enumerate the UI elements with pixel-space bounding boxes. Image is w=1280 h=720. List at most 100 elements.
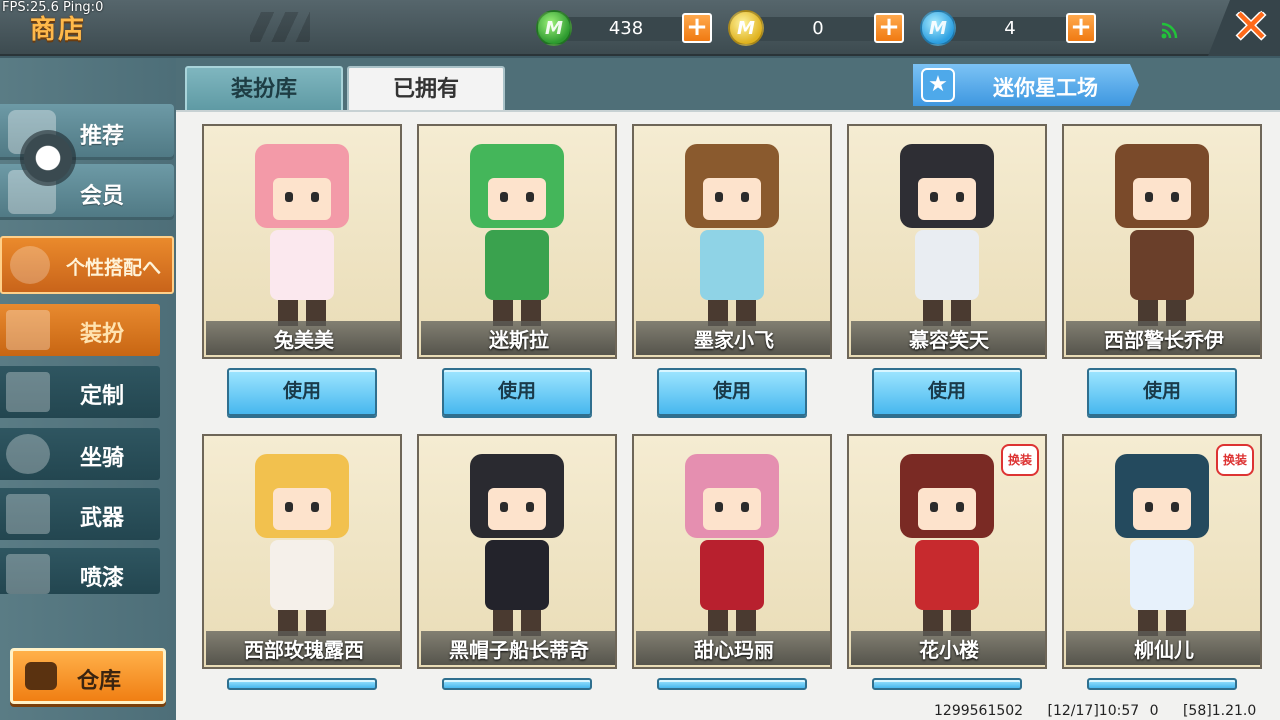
- outfit-portrait: 换装柳仙儿: [1062, 434, 1262, 669]
- outfit-name-bar: 迷斯拉: [421, 321, 615, 355]
- outfit-name: 西部玫瑰露西: [244, 638, 364, 662]
- outfit-name: 花小楼: [919, 638, 979, 662]
- character-face: [273, 488, 331, 530]
- date-time: [12/17]10:57 0: [1047, 703, 1159, 719]
- sidebar-item-outfit[interactable]: 装扮: [0, 304, 160, 356]
- category-sidebar: 推荐 会员 个性搭配へ 装扮 定制 坐骑 武器 喷漆 仓库: [0, 58, 176, 720]
- character-body: [485, 230, 549, 300]
- character-head: [685, 454, 779, 538]
- character-face: [918, 488, 976, 530]
- use-button-label: 使用: [282, 380, 321, 402]
- outfit-card[interactable]: 换装柳仙儿: [1062, 434, 1262, 669]
- warehouse-label: 仓库: [77, 669, 122, 694]
- outfit-portrait: 换装 花小楼: [847, 434, 1047, 669]
- warehouse-button[interactable]: 仓库: [10, 648, 166, 704]
- character-face: [703, 488, 761, 530]
- outfit-change-badge-icon: 换装: [1216, 444, 1254, 476]
- sidebar-item-label: 定制: [80, 384, 125, 409]
- sidebar-item-spray[interactable]: 喷漆: [0, 548, 160, 594]
- character-eye: [311, 192, 319, 202]
- sidebar-group-label: 个性搭配へ: [66, 257, 162, 279]
- use-outfit-button[interactable]: [872, 678, 1022, 690]
- trophy-icon: [10, 246, 50, 284]
- use-outfit-button[interactable]: 使用: [442, 368, 592, 416]
- character-eye: [715, 502, 723, 512]
- sidebar-drag-handle[interactable]: [20, 130, 76, 186]
- character-head: [470, 454, 564, 538]
- use-outfit-button[interactable]: [657, 678, 807, 690]
- outfit-card[interactable]: 西部警长乔伊: [1062, 124, 1262, 359]
- sidebar-item-customize[interactable]: 定制: [0, 366, 160, 418]
- use-outfit-button[interactable]: 使用: [657, 368, 807, 416]
- use-outfit-button[interactable]: [227, 678, 377, 690]
- character-eye: [285, 502, 293, 512]
- spray-can-icon: [6, 554, 50, 594]
- header-decoration: [250, 12, 310, 42]
- character-head: [255, 454, 349, 538]
- tab-outfit-library[interactable]: 装扮库: [185, 66, 343, 112]
- outfit-portrait: 西部警长乔伊: [1062, 124, 1262, 359]
- use-outfit-button[interactable]: [1087, 678, 1237, 690]
- sidebar-item-weapon[interactable]: 武器: [0, 488, 160, 540]
- outfit-name: 慕容笑天: [909, 328, 989, 352]
- use-button-label: 使用: [497, 380, 536, 402]
- character-figure: [887, 454, 1007, 636]
- mini-star-studio-button[interactable]: ★ 迷你星工场: [913, 64, 1139, 106]
- tab-label: 已拥有: [392, 77, 459, 102]
- add-gold-coins-button[interactable]: +: [874, 13, 904, 43]
- outfit-name-bar: 西部警长乔伊: [1066, 321, 1260, 355]
- use-button-label: 使用: [927, 380, 966, 402]
- character-eye: [930, 192, 938, 202]
- character-eye: [741, 502, 749, 512]
- character-head: [900, 144, 994, 228]
- outfit-portrait: 迷斯拉: [417, 124, 617, 359]
- sidebar-group-style-matching[interactable]: 个性搭配へ: [0, 236, 174, 294]
- outfit-card[interactable]: 迷斯拉: [417, 124, 617, 359]
- use-outfit-button[interactable]: 使用: [1087, 368, 1237, 416]
- outfit-card[interactable]: 墨家小飞: [632, 124, 832, 359]
- outfit-portrait: 慕容笑天: [847, 124, 1047, 359]
- outfit-card[interactable]: 甜心玛丽: [632, 434, 832, 669]
- outfit-name: 柳仙儿: [1134, 638, 1194, 662]
- sidebar-item-mount[interactable]: 坐骑: [0, 428, 160, 480]
- character-body: [1130, 540, 1194, 610]
- character-figure: [887, 144, 1007, 326]
- top-bar: FPS:25.6 Ping:0 商店 M 438 + M 0 + M 4 + ✕: [0, 0, 1280, 56]
- close-icon[interactable]: ✕: [1228, 2, 1274, 50]
- tab-owned[interactable]: 已拥有: [347, 66, 505, 114]
- character-eye: [311, 502, 319, 512]
- outfit-card[interactable]: 换装 花小楼: [847, 434, 1047, 669]
- outfit-name: 黑帽子船长蒂奇: [449, 638, 589, 662]
- character-head: [900, 454, 994, 538]
- character-figure: [672, 144, 792, 326]
- outfit-card[interactable]: 黑帽子船长蒂奇: [417, 434, 617, 669]
- character-body: [915, 540, 979, 610]
- outfit-name: 西部警长乔伊: [1104, 328, 1224, 352]
- character-eye: [715, 192, 723, 202]
- sidebar-item-label: 推荐: [80, 124, 125, 149]
- outfit-card[interactable]: 慕容笑天: [847, 124, 1047, 359]
- add-green-beans-button[interactable]: +: [682, 13, 712, 43]
- sidebar-item-label: 会员: [80, 184, 125, 209]
- character-eye: [1171, 192, 1179, 202]
- character-body: [700, 540, 764, 610]
- user-id: 1299561502: [934, 703, 1024, 719]
- outfit-card[interactable]: 西部玫瑰露西: [202, 434, 402, 669]
- character-eye: [930, 502, 938, 512]
- outfit-card[interactable]: 兔美美: [202, 124, 402, 359]
- use-outfit-button[interactable]: 使用: [227, 368, 377, 416]
- use-outfit-button[interactable]: 使用: [872, 368, 1022, 416]
- use-outfit-button[interactable]: [442, 678, 592, 690]
- main-content: 装扮库 已拥有 ★ 迷你星工场 兔美美 使用 迷斯拉 使用 墨家小飞 使用 慕容笑天 使用 西部…: [176, 58, 1280, 720]
- add-blue-points-button[interactable]: +: [1066, 13, 1096, 43]
- character-figure: [242, 144, 362, 326]
- outfit-grid: 兔美美使用 迷斯拉使用 墨家小飞使用 慕容笑天使用 西部警长乔伊使用西部玫瑰露西 黑帽子船…: [176, 110, 1280, 720]
- build-info: 1299561502 [12/17]10:57 0 [58]1.21.0: [934, 703, 1270, 719]
- currency-value: 4: [1004, 18, 1016, 39]
- character-face: [488, 178, 546, 220]
- character-figure: [457, 454, 577, 636]
- character-eye: [500, 192, 508, 202]
- page-title: 商店: [30, 15, 87, 45]
- outfit-name-bar: 柳仙儿: [1066, 631, 1260, 665]
- outfit-name: 墨家小飞: [694, 328, 774, 352]
